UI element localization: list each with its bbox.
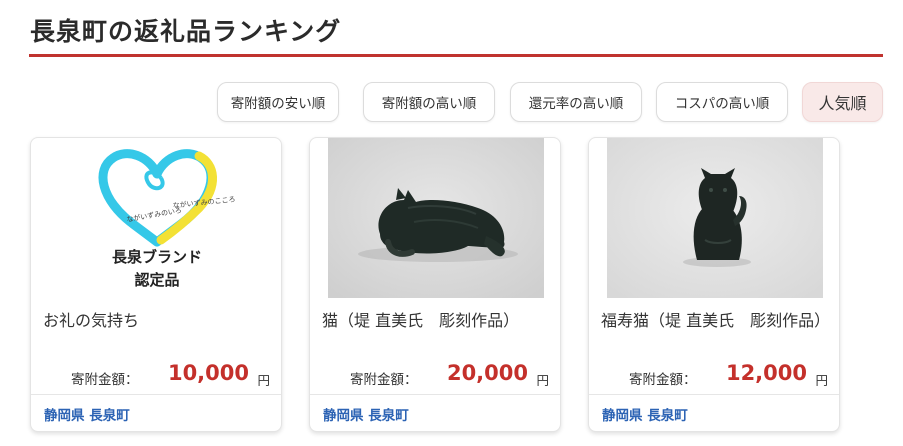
product-name[interactable]: お礼の気持ち: [43, 309, 271, 332]
price-value: 10,000: [167, 361, 249, 385]
price-row: 寄附金額： 20,000 円: [310, 361, 560, 389]
sort-return-rate-button[interactable]: 還元率の高い順: [510, 82, 642, 122]
sort-popular-button[interactable]: 人気順: [802, 82, 883, 122]
nagaizumi-brand-logo-icon: ながいずみのいろ ながいずみのこころ 長泉ブランド 認定品: [49, 138, 265, 298]
sort-cost-performance-button[interactable]: コスパの高い順: [656, 82, 788, 122]
card-divider: [31, 394, 281, 395]
location-link[interactable]: 静岡県 長泉町: [323, 404, 409, 424]
product-name[interactable]: 猫（堤 直美氏 彫刻作品）: [322, 309, 550, 332]
card-divider: [310, 394, 560, 395]
logo-certified-text: 認定品: [134, 271, 179, 289]
price-row: 寄附金額： 12,000 円: [589, 361, 839, 389]
price-row: 寄附金額： 10,000 円: [31, 361, 281, 389]
location-link[interactable]: 静岡県 長泉町: [44, 404, 130, 424]
product-card[interactable]: 猫（堤 直美氏 彫刻作品） 寄附金額： 20,000 円 静岡県 長泉町: [309, 137, 561, 432]
sort-cheapest-button[interactable]: 寄附額の安い順: [217, 82, 339, 122]
beckoning-cat-sculpture-icon: [607, 138, 823, 298]
product-name[interactable]: 福寿猫（堤 直美氏 彫刻作品）: [601, 309, 830, 332]
title-underline: [29, 54, 883, 57]
price-value: 12,000: [725, 361, 807, 385]
price-value: 20,000: [446, 361, 528, 385]
price-unit: 円: [536, 373, 549, 388]
lying-cat-sculpture-icon: [328, 138, 544, 298]
product-card[interactable]: ながいずみのいろ ながいずみのこころ 長泉ブランド 認定品 お礼の気持ち 寄附金…: [30, 137, 282, 432]
card-divider: [589, 394, 839, 395]
logo-brand-text: 長泉ブランド: [112, 248, 202, 266]
sort-bar: 寄附額の安い順 寄附額の高い順 還元率の高い順 コスパの高い順 人気順: [0, 82, 903, 124]
price-label: 寄附金額：: [350, 372, 418, 388]
location-link[interactable]: 静岡県 長泉町: [602, 404, 688, 424]
price-unit: 円: [815, 373, 828, 388]
product-card[interactable]: 福寿猫（堤 直美氏 彫刻作品） 寄附金額： 12,000 円 静岡県 長泉町: [588, 137, 840, 432]
price-label: 寄附金額：: [629, 372, 697, 388]
sort-highest-button[interactable]: 寄附額の高い順: [363, 82, 495, 122]
price-unit: 円: [257, 373, 270, 388]
price-label: 寄附金額：: [71, 372, 139, 388]
page-title: 長泉町の返礼品ランキング: [30, 17, 342, 46]
